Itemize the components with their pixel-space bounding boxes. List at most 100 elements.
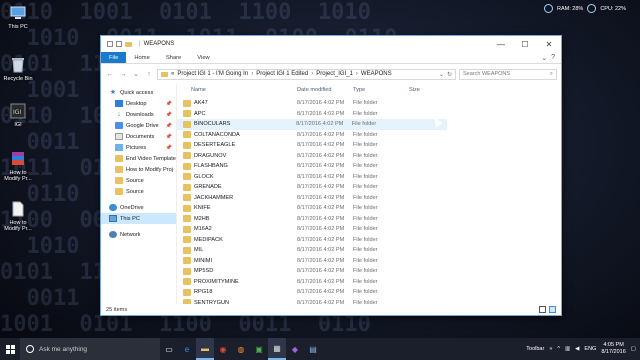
start-button[interactable] (0, 338, 20, 360)
search-input[interactable]: Search WEAPONS (463, 71, 510, 77)
desktop-icon-igi[interactable]: IGI IGI (3, 102, 33, 128)
file-row[interactable]: PROXIMITYMINE 8/17/2016 4:02 PM File folde… (177, 277, 561, 288)
tab-file[interactable]: File (101, 52, 127, 63)
chevron-right-icon[interactable]: › (356, 71, 358, 77)
chevron-right-icon[interactable]: › (311, 71, 313, 77)
file-row[interactable]: M16A2 8/17/2016 4:02 PM File folder (177, 224, 561, 235)
app-icon[interactable]: ◆ (286, 338, 304, 360)
nav-item-downloads[interactable]: ↓ Downloads 📌 (101, 109, 176, 120)
breadcrumb-item[interactable]: WEAPONS (361, 71, 392, 77)
column-header-name[interactable]: Name (177, 87, 297, 93)
breadcrumb-overflow[interactable]: « (171, 71, 174, 77)
maximize-button[interactable]: ☐ (513, 36, 537, 52)
language-indicator[interactable]: ENG (584, 346, 596, 352)
refresh-icon[interactable]: ↻ (447, 71, 452, 78)
minimize-button[interactable]: — (489, 36, 513, 52)
file-name: MEDIPACK (194, 236, 223, 243)
taskbar: Ask me anything ▭ e ▬ ◉ ◍ ▣ ▦ ◆ ▤ Toolba… (0, 338, 640, 360)
column-header-size[interactable]: Size (409, 87, 449, 93)
file-row[interactable]: AK47 8/17/2016 4:02 PM File folder (177, 98, 561, 109)
file-row[interactable]: JACKHAMMER 8/17/2016 4:02 PM File folder (177, 193, 561, 204)
nav-this-pc[interactable]: This PC (101, 213, 176, 224)
tab-share[interactable]: Share (158, 52, 189, 63)
task-view-icon[interactable]: ▭ (160, 338, 178, 360)
file-row[interactable]: MIL 8/17/2016 4:02 PM File folder (177, 245, 561, 256)
file-row[interactable]: MP5SD 8/17/2016 4:02 PM File folder (177, 266, 561, 277)
toolbar-label[interactable]: Toolbar (526, 346, 544, 352)
column-header-type[interactable]: Type (353, 87, 409, 93)
file-row[interactable]: DRAGUNOV 8/17/2016 4:02 PM File folder (177, 151, 561, 162)
file-row[interactable]: BINOCULARS 8/17/2016 4:02 PM File folder (177, 119, 447, 130)
edge-icon[interactable]: e (178, 338, 196, 360)
expand-ribbon-icon[interactable]: ⌄ (541, 54, 547, 62)
forward-button[interactable]: → (118, 71, 128, 78)
cortana-search-box[interactable]: Ask me anything (20, 338, 160, 360)
desktop-icon-this-pc[interactable]: This PC (3, 4, 33, 30)
file-row[interactable]: GLOCK 8/17/2016 4:02 PM File folder (177, 172, 561, 183)
file-row[interactable]: FLASHBANG 8/17/2016 4:02 PM File folder (177, 161, 561, 172)
new-folder-icon[interactable] (125, 41, 132, 47)
clock[interactable]: 4:05 PM 8/17/2016 (601, 342, 625, 356)
chrome-icon[interactable]: ◉ (214, 338, 232, 360)
large-icons-view-icon[interactable] (549, 306, 556, 313)
breadcrumb-item[interactable]: Project_IGI_1 (316, 71, 353, 77)
nav-item-desktop[interactable]: Desktop 📌 (101, 98, 176, 109)
nav-label: Documents (126, 133, 155, 140)
ribbon-tabs: File Home Share View ⌄ ? (101, 52, 561, 64)
show-hidden-icons-icon[interactable]: ^ (557, 346, 560, 352)
desktop-icon-recycle-bin[interactable]: Recycle Bin (3, 56, 33, 82)
details-view-icon[interactable] (539, 306, 546, 313)
file-row[interactable]: MINIMI 8/17/2016 4:02 PM File folder (177, 256, 561, 267)
file-row[interactable]: M2HB 8/17/2016 4:02 PM File folder (177, 214, 561, 225)
status-bar: 25 items (101, 304, 561, 315)
breadcrumb-item[interactable]: Project IGI 1 Edited (256, 71, 308, 77)
desktop-icon-how-to-modify-doc[interactable]: How to Modify Pr... (3, 200, 33, 232)
help-icon[interactable]: ? (551, 54, 555, 61)
file-row[interactable]: APC 8/17/2016 4:02 PM File folder (177, 109, 561, 120)
chevron-right-icon[interactable]: » (549, 346, 552, 352)
search-box[interactable]: Search WEAPONS ⌕ (459, 68, 557, 80)
nav-item-documents[interactable]: Documents 📌 (101, 131, 176, 142)
address-bar[interactable]: « Project IGI 1 - I'M Going In › Project… (157, 68, 456, 80)
nav-quick-access[interactable]: ★ Quick access (101, 87, 176, 98)
ram-usage: RAM: 28% (557, 5, 584, 12)
close-button[interactable]: ✕ (537, 36, 561, 52)
file-row[interactable]: GRENADE 8/17/2016 4:02 PM File folder (177, 182, 561, 193)
file-explorer-icon[interactable]: ▬ (196, 338, 214, 360)
nav-item-source[interactable]: Source (101, 175, 176, 186)
chevron-right-icon[interactable]: › (251, 71, 253, 77)
nav-item-end-video-template[interactable]: End Video Template (101, 153, 176, 164)
camtasia-icon[interactable]: ▣ (250, 338, 268, 360)
cpu-usage: CPU: 22% (600, 5, 626, 12)
notifications-icon[interactable]: ▢ (631, 346, 636, 352)
tab-home[interactable]: Home (126, 52, 157, 63)
properties-icon[interactable] (107, 41, 113, 47)
nav-network[interactable]: Network (101, 229, 176, 240)
nav-item-pictures[interactable]: Pictures 📌 (101, 142, 176, 153)
firefox-icon[interactable]: ◍ (232, 338, 250, 360)
window-title: WEAPONS (143, 41, 175, 47)
recent-locations-button[interactable]: ⌄ (131, 70, 141, 78)
media-icon[interactable]: ▦ (268, 338, 286, 360)
file-row[interactable]: DESERTEAGLE 8/17/2016 4:02 PM File folder (177, 140, 561, 151)
network-tray-icon[interactable]: ▥ (565, 346, 570, 352)
file-row[interactable]: MEDIPACK 8/17/2016 4:02 PM File folder (177, 235, 561, 246)
back-button[interactable]: ← (105, 71, 115, 78)
checkbox-icon[interactable] (116, 41, 122, 47)
breadcrumb-item[interactable]: Project IGI 1 - I'M Going In (177, 71, 248, 77)
file-name-cell: GLOCK (177, 173, 297, 181)
nav-item-source[interactable]: Source (101, 186, 176, 197)
up-button[interactable]: ↑ (144, 71, 154, 78)
nav-item-how-to-modify[interactable]: How to Modify Proj (101, 164, 176, 175)
file-row[interactable]: COLTANACONDA 8/17/2016 4:02 PM File folder (177, 130, 561, 141)
file-row[interactable]: RPG18 8/17/2016 4:02 PM File folder (177, 287, 561, 298)
store-icon[interactable]: ▤ (304, 338, 322, 360)
tab-view[interactable]: View (189, 52, 217, 63)
desktop-icon-how-to-modify-archive[interactable]: How to Modify Pr... (3, 150, 33, 182)
volume-icon[interactable]: ◀ (575, 346, 579, 352)
nav-item-google-drive[interactable]: Google Drive 📌 (101, 120, 176, 131)
file-row[interactable]: KNIFE 8/17/2016 4:02 PM File folder (177, 203, 561, 214)
nav-onedrive[interactable]: OneDrive (101, 202, 176, 213)
column-header-date[interactable]: Date modified (297, 87, 353, 93)
chevron-down-icon[interactable]: ⌄ (439, 71, 444, 78)
